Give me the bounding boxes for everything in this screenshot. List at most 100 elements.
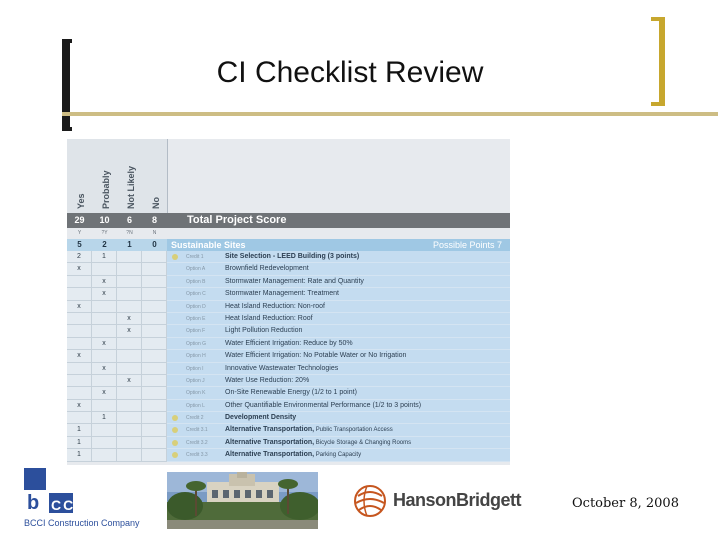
row-mark-cell: 2	[67, 251, 92, 264]
row-body: Option A Brownfield Redevelopment	[167, 263, 510, 276]
row-mark-cell	[142, 387, 167, 400]
symbol-yes: Y	[77, 230, 82, 236]
table-row: x Option I Innovative Wastewater Technolog…	[67, 362, 510, 375]
row-code: Option I	[186, 365, 204, 372]
row-label-text: Heat Island Reduction: Roof	[225, 314, 313, 322]
table-row: 1 Credit 3.1 Alternative Transportation, P…	[67, 424, 510, 437]
row-code: Option E	[186, 315, 206, 322]
row-label-text: Water Efficient Irrigation: No Potable W…	[225, 352, 407, 360]
section-header-sustainable-sites: 5 2 1 0 Sustainable Sites Possible Point…	[67, 239, 510, 251]
row-code: Option L	[186, 402, 205, 409]
section-possible-points: Possible Points 7	[432, 240, 502, 250]
row-code: Option J	[186, 377, 205, 384]
row-code: Option D	[186, 303, 206, 310]
row-mark-cell	[142, 399, 167, 413]
row-mark-cell: 1	[67, 436, 92, 450]
row-mark-cell	[92, 436, 117, 450]
row-mark-cell: x	[92, 288, 117, 301]
title-underline	[62, 112, 718, 116]
slide-title: CI Checklist Review	[216, 56, 484, 89]
row-label: Brownfield Redevelopment	[225, 263, 309, 275]
row-label: Light Pollution Reduction	[225, 325, 302, 337]
section-score-yes: 5	[67, 239, 92, 251]
row-code: Credit 3.2	[186, 439, 208, 446]
row-body: Credit 2 Development Density	[167, 412, 510, 425]
row-marks: x	[67, 275, 167, 289]
table-row: x Option G Water Efficient Irrigation: Red…	[67, 337, 510, 351]
row-code: Option A	[186, 266, 206, 273]
row-mark-cell	[67, 387, 92, 400]
row-marks: 1	[67, 412, 167, 425]
row-code: Credit 3.1	[186, 427, 208, 434]
row-code: Option C	[186, 291, 206, 298]
row-mark-cell	[142, 374, 167, 388]
row-mark-cell	[117, 275, 142, 289]
row-label: Water Efficient Irrigation: Reduce by 50…	[225, 338, 353, 350]
table-row: 1 Credit 3.3 Alternative Transportation, P…	[67, 449, 510, 462]
row-marks: 1	[67, 424, 167, 437]
row-code: Option H	[186, 353, 206, 360]
row-marks: x	[67, 300, 167, 313]
row-mark-cell	[67, 312, 92, 326]
total-not-likely: 6	[126, 215, 132, 225]
total-no: 8	[151, 215, 157, 225]
building-photo	[167, 472, 318, 529]
row-mark-cell: x	[117, 312, 142, 326]
row-mark-cell	[142, 436, 167, 450]
title-bracket-left	[62, 39, 72, 131]
section-score-no: 0	[142, 239, 167, 251]
row-mark-cell	[67, 412, 92, 425]
row-label: Other Quantifiable Environmental Perform…	[225, 400, 421, 412]
symbol-not-likely: ?N	[126, 230, 133, 236]
row-label-text: Alternative Transportation,	[225, 438, 315, 446]
hanson-globe-icon	[354, 485, 386, 517]
row-body: Credit 3.2 Alternative Transportation, Bi…	[167, 436, 510, 450]
row-label-text: Site Selection - LEED Building (3 points…	[225, 253, 360, 260]
row-mark-cell	[92, 263, 117, 276]
row-mark-cell	[92, 350, 117, 363]
row-label-text: Water Use Reduction: 20%	[225, 376, 310, 384]
row-label-text: Stormwater Management: Rate and Quantity	[225, 277, 364, 285]
row-label-text: Heat Island Reduction: Non-roof	[225, 302, 325, 310]
credit-bullet-icon	[172, 439, 178, 446]
row-mark-cell: x	[67, 263, 92, 276]
row-marks: x	[67, 325, 167, 338]
row-marks: x	[67, 374, 167, 388]
total-score-title: Total Project Score	[187, 214, 287, 226]
row-marks: x	[67, 312, 167, 326]
row-label-text: On-Site Renewable Energy (1/2 to 1 point…	[225, 389, 357, 397]
row-mark-cell	[142, 275, 167, 289]
row-label-text: Alternative Transportation,	[225, 451, 315, 459]
checklist-rows: 2 1 Credit 1 Site Selection - LEED Building…	[67, 251, 510, 462]
row-label: Heat Island Reduction: Roof	[225, 313, 313, 325]
row-mark-cell	[142, 312, 167, 326]
row-mark-cell	[92, 399, 117, 413]
row-mark-cell: 1	[92, 412, 117, 425]
row-mark-cell: x	[67, 300, 92, 313]
row-label-text: Brownfield Redevelopment	[225, 265, 309, 273]
row-mark-cell	[92, 312, 117, 326]
table-row: x Option D Heat Island Reduction: Non-roof	[67, 300, 510, 313]
row-mark-cell	[142, 424, 167, 437]
row-mark-cell	[142, 350, 167, 363]
row-body: Credit 1 Site Selection - LEED Building (…	[167, 251, 510, 264]
row-code: Option K	[186, 390, 206, 397]
row-label: Development Density	[225, 412, 296, 424]
row-label-detail: Parking Capacity	[314, 452, 362, 459]
row-mark-cell	[92, 325, 117, 338]
table-row: x Option A Brownfield Redevelopment	[67, 263, 510, 276]
section-score-not-likely: 1	[117, 239, 142, 251]
row-label: Stormwater Management: Rate and Quantity	[225, 276, 364, 288]
row-mark-cell	[142, 263, 167, 276]
row-mark-cell: 1	[67, 424, 92, 437]
row-mark-cell: x	[92, 337, 117, 351]
row-mark-cell	[92, 449, 117, 462]
row-mark-cell	[117, 449, 142, 462]
row-mark-cell	[117, 362, 142, 375]
row-label: Alternative Transportation, Bicycle Stor…	[225, 437, 411, 449]
symbol-probably: ?Y	[101, 230, 108, 236]
row-marks: x	[67, 399, 167, 413]
row-body: Option D Heat Island Reduction: Non-roof	[167, 300, 510, 313]
row-body: Option G Water Efficient Irrigation: Redu…	[167, 337, 510, 351]
row-body: Option K On-Site Renewable Energy (1/2 to…	[167, 387, 510, 400]
